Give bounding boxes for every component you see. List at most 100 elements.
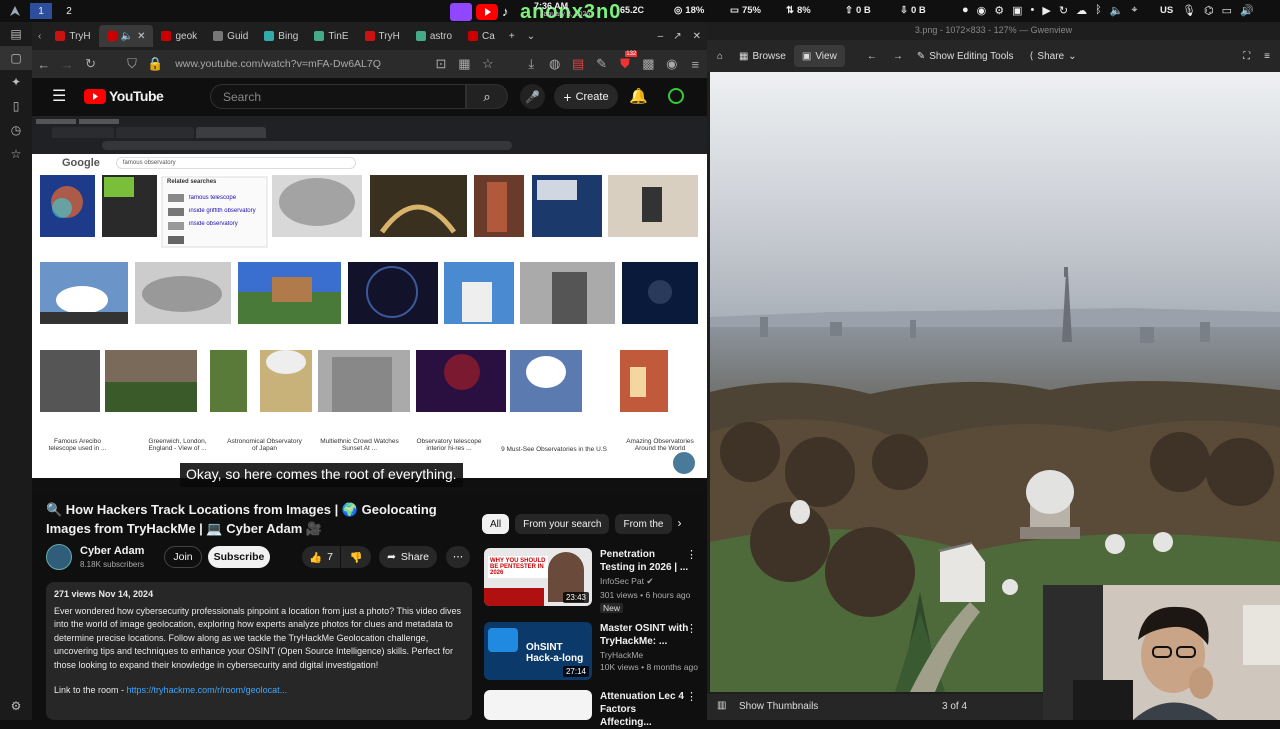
dislike-button[interactable]: 👎 xyxy=(341,546,371,568)
share-menu-button[interactable]: ⟨ Share ⌄ xyxy=(1022,45,1085,67)
folder-icon[interactable]: ▤ xyxy=(0,22,32,46)
recommendation-item[interactable]: OhSINT Hack-a-long 27:14 Master OSINT wi… xyxy=(484,622,700,682)
tracking-icon[interactable]: ⊡ xyxy=(429,56,452,72)
workspace-1[interactable]: 1 xyxy=(30,3,52,19)
subscribe-button[interactable]: Subscribe xyxy=(208,546,270,568)
window-icon[interactable]: ▣ xyxy=(1012,4,1022,17)
recommendation-item[interactable]: Attenuation Lec 4 Factors Affecting... ⋮ xyxy=(484,690,700,728)
maximize-icon[interactable]: ↗ xyxy=(668,31,686,42)
create-button[interactable]: + Create xyxy=(554,84,618,109)
user-icon[interactable]: ● xyxy=(962,4,969,17)
recommendation-channel[interactable]: InfoSec Pat ✔ xyxy=(600,576,653,587)
dot-icon[interactable]: • xyxy=(1031,4,1035,17)
record-icon[interactable]: ◉ xyxy=(977,4,987,17)
more-actions-button[interactable]: ⋯ xyxy=(446,546,470,568)
forward-icon[interactable]: → xyxy=(55,57,78,72)
search-button[interactable]: ⌕ xyxy=(466,84,508,109)
reload-icon[interactable]: ↻ xyxy=(79,56,102,72)
recommendation-menu-icon[interactable]: ⋮ xyxy=(686,548,697,561)
recommendation-title[interactable]: Penetration Testing in 2026 | ... xyxy=(600,548,690,574)
youtube-logo[interactable]: YouTube xyxy=(84,88,164,104)
minimize-icon[interactable]: – xyxy=(653,31,669,42)
extension-icon[interactable]: ▤ xyxy=(566,56,589,72)
bluetooth-icon[interactable]: ᛒ xyxy=(1095,4,1102,17)
ublock-icon[interactable]: ⛊ 132 xyxy=(613,51,638,72)
join-button[interactable]: Join xyxy=(164,546,202,568)
mic-icon[interactable]: 🎙 xyxy=(1182,4,1196,17)
sparkle-icon[interactable]: ✦ xyxy=(0,70,32,94)
tab-nav-back-icon[interactable]: ‹ xyxy=(32,31,47,42)
channel-avatar[interactable] xyxy=(46,544,72,570)
recommendation-item[interactable]: WHY YOU SHOULD BE PENTESTER IN 2026 23:4… xyxy=(484,548,700,613)
recommendation-channel[interactable]: TryHackMe xyxy=(600,650,643,660)
channel-name[interactable]: Cyber Adam xyxy=(80,545,144,557)
like-button[interactable]: 👍 7 xyxy=(302,546,340,568)
launcher-icon[interactable] xyxy=(0,3,30,19)
show-thumbnails-button[interactable]: Show Thumbnails xyxy=(739,701,818,712)
show-editing-tools-button[interactable]: ✎ Show Editing Tools xyxy=(909,45,1022,67)
viewer-menu-icon[interactable]: ≡ xyxy=(1258,51,1280,62)
tab-panel-icon[interactable]: ▢ xyxy=(0,46,32,70)
new-tab-icon[interactable]: + xyxy=(503,31,521,42)
hamburger-icon[interactable]: ☰ xyxy=(52,86,66,106)
keyboard-layout[interactable]: US xyxy=(1160,5,1173,16)
network-icon[interactable]: ⌬ xyxy=(1204,4,1214,17)
puzzle-icon[interactable]: ▩ xyxy=(637,56,660,72)
recommendation-thumbnail[interactable] xyxy=(484,690,592,720)
chip-from-search[interactable]: From your search xyxy=(515,514,610,534)
notifications-icon[interactable]: 🔔 xyxy=(629,87,648,105)
recommendation-thumbnail[interactable]: OhSINT Hack-a-long 27:14 xyxy=(484,622,592,680)
video-player[interactable]: Google famous observatory Related search… xyxy=(32,116,707,494)
tab-close-icon[interactable]: ✕ xyxy=(137,31,145,42)
browser-tab[interactable]: geok xyxy=(153,25,205,47)
speaker-icon[interactable]: 🔊 xyxy=(1240,4,1254,17)
previous-icon[interactable]: ← xyxy=(845,51,887,62)
back-icon[interactable]: ← xyxy=(32,57,55,72)
recommendation-menu-icon[interactable]: ⋮ xyxy=(686,622,697,635)
sync-icon[interactable]: ↻ xyxy=(1059,4,1068,17)
window-close-icon[interactable]: ✕ xyxy=(687,31,707,42)
bookmark-panel-icon[interactable]: ▯ xyxy=(0,94,32,118)
fullscreen-icon[interactable]: ⛶ xyxy=(1235,51,1258,62)
shield-icon[interactable]: ⛉ xyxy=(120,56,143,72)
voice-search-button[interactable]: 🎤 xyxy=(520,84,545,109)
display-icon[interactable]: ▭ xyxy=(1222,4,1232,17)
browser-tab[interactable]: TinE xyxy=(306,25,356,47)
pen-icon[interactable]: ✎ xyxy=(590,56,613,72)
recommendation-thumbnail[interactable]: WHY YOU SHOULD BE PENTESTER IN 2026 23:4… xyxy=(484,548,592,606)
tab-audio-icon[interactable]: 🔈 xyxy=(121,31,133,42)
lock-icon[interactable]: 🔒 xyxy=(144,56,167,72)
browser-tab[interactable]: Ca xyxy=(460,25,503,47)
tab-list-icon[interactable]: ⌄ xyxy=(521,31,541,42)
browser-tab[interactable]: Guid xyxy=(205,25,256,47)
cloud-icon[interactable]: ☁ xyxy=(1076,4,1087,17)
chip-all[interactable]: All xyxy=(482,514,510,534)
room-link[interactable]: https://tryhackme.com/r/room/geolocat... xyxy=(127,685,288,695)
settings-icon[interactable]: ⚙ xyxy=(994,4,1004,17)
account-icon[interactable]: ◍ xyxy=(543,56,566,72)
menu-icon[interactable]: ≡ xyxy=(684,57,707,72)
chips-next-icon[interactable]: › xyxy=(678,514,682,536)
home-icon[interactable]: ⌂ xyxy=(707,51,731,62)
history-icon[interactable]: ◷ xyxy=(0,118,32,142)
thumbnail-toggle-icon[interactable]: ▥ xyxy=(717,700,726,711)
star-icon[interactable]: ☆ xyxy=(0,142,32,166)
recommendation-menu-icon[interactable]: ⋮ xyxy=(686,690,697,703)
recommendation-title[interactable]: Master OSINT with TryHackMe: ... xyxy=(600,622,690,648)
view-button[interactable]: ▣ View xyxy=(793,45,845,67)
browser-tab-active[interactable]: 🔈 ✕ xyxy=(98,25,154,47)
chip-from-the[interactable]: From the xyxy=(615,514,672,534)
search-input[interactable]: Search xyxy=(210,84,466,109)
profile-icon[interactable]: ◉ xyxy=(660,56,683,72)
avatar[interactable] xyxy=(668,88,684,104)
clock-time[interactable]: 7:36 AM xyxy=(534,1,568,11)
video-description[interactable]: 271 views Nov 14, 2024 Ever wondered how… xyxy=(46,582,472,720)
browser-tab[interactable]: TryH xyxy=(47,25,98,47)
location-icon[interactable]: ⌖ xyxy=(1131,4,1137,17)
bookmark-star-icon[interactable]: ☆ xyxy=(476,56,499,72)
share-button[interactable]: ➦ Share xyxy=(379,546,437,568)
workspace-2[interactable]: 2 xyxy=(58,3,80,19)
browse-button[interactable]: ▦ Browse xyxy=(731,45,794,67)
sidebar-settings-icon[interactable]: ⚙ xyxy=(0,694,32,718)
browser-tab[interactable]: astro xyxy=(408,25,460,47)
